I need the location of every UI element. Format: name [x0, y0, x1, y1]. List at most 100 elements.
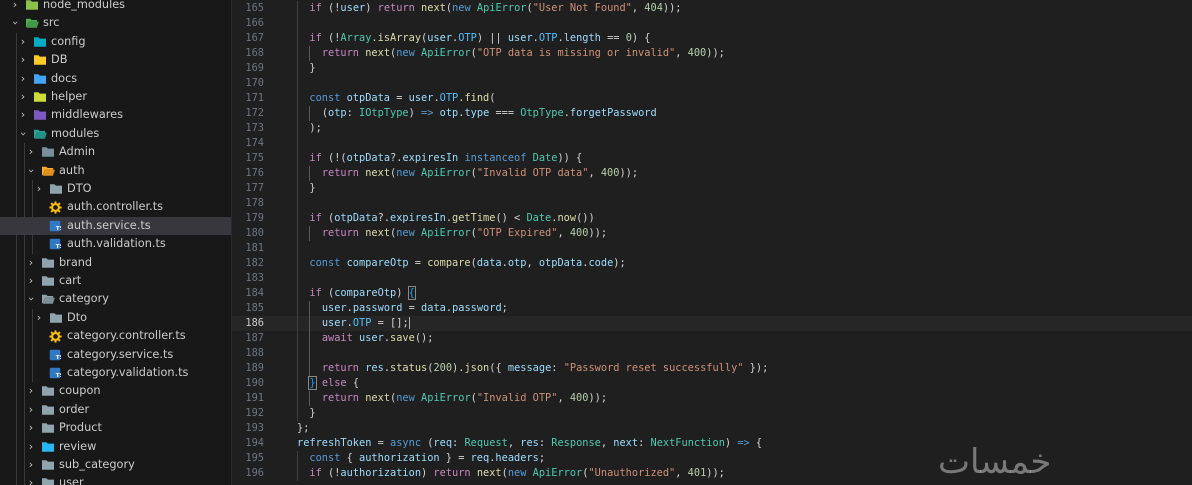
- tree-folder-docs[interactable]: › docs: [0, 70, 231, 88]
- tree-folder-helper[interactable]: › helper: [0, 88, 231, 106]
- code-editor[interactable]: 165 if (!user) return next(new ApiError(…: [232, 0, 1192, 485]
- code-line[interactable]: 188: [232, 346, 1192, 361]
- chevron-right-icon[interactable]: ›: [26, 474, 36, 485]
- chevron-right-icon[interactable]: ›: [34, 180, 44, 198]
- chevron-right-icon[interactable]: ›: [18, 33, 28, 51]
- chevron-down-icon[interactable]: ›: [22, 166, 40, 176]
- code-line[interactable]: 168 return next(new ApiError("OTP data i…: [232, 46, 1192, 61]
- tree-folder-node-modules[interactable]: › node_modules: [0, 0, 231, 14]
- chevron-down-icon[interactable]: ›: [14, 129, 32, 139]
- code-line[interactable]: 190 } else {: [232, 376, 1192, 391]
- chevron-right-icon[interactable]: ›: [26, 254, 36, 272]
- chevron-right-icon[interactable]: ›: [34, 309, 44, 327]
- code-line[interactable]: 183: [232, 271, 1192, 286]
- code-token: ,: [507, 437, 521, 449]
- tree-folder-auth[interactable]: › auth: [0, 162, 231, 180]
- code-token: ApiError: [421, 227, 471, 239]
- tree-folder-category[interactable]: › category: [0, 290, 231, 308]
- code-line[interactable]: 173 );: [232, 121, 1192, 136]
- tree-folder-db[interactable]: › DB: [0, 51, 231, 69]
- code-line[interactable]: 169 }: [232, 61, 1192, 76]
- code-token: user: [507, 32, 533, 44]
- code-line[interactable]: 191 return next(new ApiError("Invalid OT…: [232, 391, 1192, 406]
- code-line[interactable]: 178: [232, 196, 1192, 211]
- code-token: IOtpType: [359, 107, 409, 119]
- code-text: return next(new ApiError("OTP data is mi…: [297, 46, 725, 61]
- chevron-right-icon[interactable]: ›: [18, 51, 28, 69]
- code-token: password: [352, 302, 403, 314]
- tree-folder-order[interactable]: › order: [0, 401, 231, 419]
- code-line[interactable]: 177 }: [232, 181, 1192, 196]
- code-line[interactable]: 166: [232, 16, 1192, 31]
- code-token: ;: [538, 452, 546, 464]
- tree-folder-brand[interactable]: › brand: [0, 254, 231, 272]
- code-line[interactable]: 174: [232, 136, 1192, 151]
- tree-folder-cart[interactable]: › cart: [0, 272, 231, 290]
- chevron-down-icon[interactable]: ›: [6, 18, 24, 28]
- tree-folder-review[interactable]: › review: [0, 438, 231, 456]
- chevron-right-icon[interactable]: ›: [18, 70, 28, 88]
- code-token: next: [365, 227, 391, 239]
- code-line[interactable]: 170: [232, 76, 1192, 91]
- code-token: authorization: [359, 452, 440, 464]
- code-line[interactable]: 184 if (compareOtp) {: [232, 286, 1192, 301]
- chevron-right-icon[interactable]: ›: [26, 382, 36, 400]
- chevron-right-icon[interactable]: ›: [26, 438, 36, 456]
- code-token: NextFunction: [650, 437, 725, 449]
- code-token: ) ||: [476, 32, 508, 44]
- tree-folder-src[interactable]: › src: [0, 14, 231, 32]
- tree-folder-middlewares[interactable]: › middlewares: [0, 106, 231, 124]
- code-line[interactable]: 167 if (!Array.isArray(user.OTP) || user…: [232, 31, 1192, 46]
- chevron-right-icon[interactable]: ›: [26, 401, 36, 419]
- chevron-right-icon[interactable]: ›: [18, 106, 28, 124]
- tree-folder-user[interactable]: › user: [0, 474, 231, 485]
- code-line[interactable]: 189 return res.status(200).json({ messag…: [232, 361, 1192, 376]
- tree-folder-modules[interactable]: › modules: [0, 125, 231, 143]
- code-line[interactable]: 182 const compareOtp = compare(data.otp,…: [232, 256, 1192, 271]
- code-line[interactable]: 180 return next(new ApiError("OTP Expire…: [232, 226, 1192, 241]
- tree-file-auth-controller-ts[interactable]: auth.controller.ts: [0, 198, 231, 216]
- tree-folder-coupon[interactable]: › coupon: [0, 382, 231, 400]
- code-token: Date: [526, 212, 552, 224]
- code-line[interactable]: 176 return next(new ApiError("Invalid OT…: [232, 166, 1192, 181]
- code-line[interactable]: 181: [232, 241, 1192, 256]
- tree-file-auth-service-ts[interactable]: TS auth.service.ts: [0, 216, 231, 236]
- code-token: compareOtp: [346, 257, 409, 269]
- tree-folder-sub-category[interactable]: › sub_category: [0, 456, 231, 474]
- tree-folder-config[interactable]: › config: [0, 33, 231, 51]
- chevron-right-icon[interactable]: ›: [26, 272, 36, 290]
- code-line[interactable]: 171 const otpData = user.OTP.find(: [232, 91, 1192, 106]
- code-line[interactable]: 192 }: [232, 406, 1192, 421]
- code-line[interactable]: 193};: [232, 421, 1192, 436]
- code-token: (: [321, 287, 335, 299]
- code-line[interactable]: 165 if (!user) return next(new ApiError(…: [232, 1, 1192, 16]
- code-line[interactable]: 172 (otp: IOtpType) => otp.type === OtpT…: [232, 106, 1192, 121]
- tree-folder-product[interactable]: › Product: [0, 419, 231, 437]
- tree-file-auth-validation-ts[interactable]: TS auth.validation.ts: [0, 235, 231, 253]
- code-line[interactable]: 179 if (otpData?.expiresIn.getTime() < D…: [232, 211, 1192, 226]
- tree-folder-admin[interactable]: › Admin: [0, 143, 231, 161]
- code-token: }: [309, 62, 316, 74]
- code-line[interactable]: 185 user.password = data.password;: [232, 301, 1192, 316]
- chevron-down-icon[interactable]: ›: [22, 294, 40, 304]
- tree-file-category-controller-ts[interactable]: category.controller.ts: [0, 327, 231, 345]
- tree-file-category-validation-ts[interactable]: TS category.validation.ts: [0, 364, 231, 382]
- code-token: 200: [433, 362, 453, 374]
- tree-folder-dto[interactable]: › Dto: [0, 309, 231, 327]
- tree-file-category-service-ts[interactable]: TS category.service.ts: [0, 346, 231, 364]
- chevron-right-icon[interactable]: ›: [26, 143, 36, 161]
- code-line[interactable]: 187 await user.save();: [232, 331, 1192, 346]
- chevron-right-icon[interactable]: ›: [10, 0, 20, 14]
- tree-folder-dto[interactable]: › DTO: [0, 180, 231, 198]
- chevron-right-icon[interactable]: ›: [26, 419, 36, 437]
- code-token: otp: [507, 257, 527, 269]
- chevron-right-icon[interactable]: ›: [26, 456, 36, 474]
- code-line[interactable]: 186 user.OTP = [];: [232, 316, 1192, 331]
- chevron-right-icon[interactable]: ›: [18, 88, 28, 106]
- code-token: =>: [737, 437, 750, 449]
- code-token: =: [371, 317, 391, 329]
- code-token: return: [321, 227, 360, 239]
- code-line[interactable]: 175 if (!(otpData?.expiresIn instanceof …: [232, 151, 1192, 166]
